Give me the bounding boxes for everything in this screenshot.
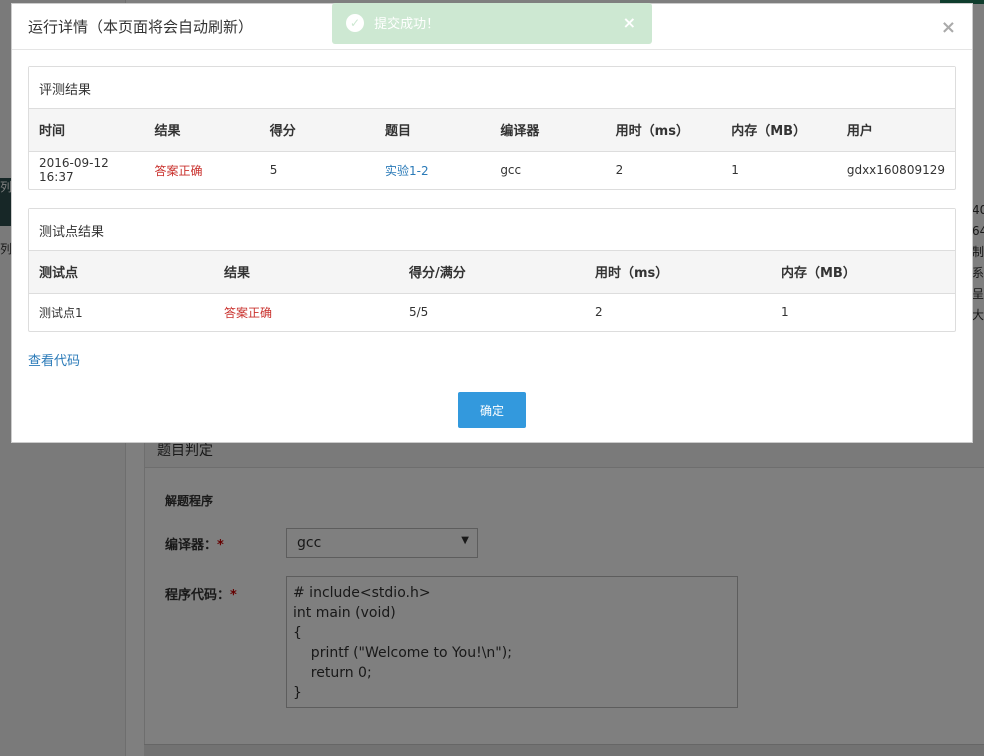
modal-body: 评测结果 时间 结果 得分 题目 编译器 用时（ms） 内存（MB） 用户 20… — [12, 50, 972, 369]
col-header: 用时（ms） — [585, 251, 771, 294]
col-header: 题目 — [375, 109, 491, 152]
eval-result-table: 时间 结果 得分 题目 编译器 用时（ms） 内存（MB） 用户 2016-09… — [29, 109, 955, 189]
col-header: 编译器 — [490, 109, 606, 152]
col-header: 时间 — [29, 109, 145, 152]
eval-result-title: 评测结果 — [29, 67, 955, 109]
table-header-row: 时间 结果 得分 题目 编译器 用时（ms） 内存（MB） 用户 — [29, 109, 955, 152]
success-toast: ✓ 提交成功！ × — [332, 3, 652, 44]
close-icon[interactable]: × — [941, 17, 956, 38]
testpoint-result-panel: 测试点结果 测试点 结果 得分/满分 用时（ms） 内存（MB） 测试点1 答案… — [28, 208, 956, 332]
cell-memory: 1 — [781, 305, 789, 320]
confirm-button[interactable]: 确定 — [458, 392, 526, 428]
toast-message: 提交成功！ — [374, 17, 440, 32]
col-header: 测试点 — [29, 251, 214, 294]
testpoint-result-table: 测试点 结果 得分/满分 用时（ms） 内存（MB） 测试点1 答案正确 5/5… — [29, 251, 955, 331]
cell-user: gdxx160809129 — [846, 163, 945, 178]
check-circle-icon: ✓ — [346, 13, 364, 32]
cell-compiler: gcc — [500, 163, 522, 178]
table-row: 测试点1 答案正确 5/5 2 1 — [29, 293, 955, 331]
cell-result: 答案正确 — [224, 305, 273, 320]
cell-time-ms: 2 — [595, 305, 603, 320]
cell-time: 2016-09-12 16:37 — [39, 156, 109, 185]
close-icon[interactable]: × — [623, 13, 636, 32]
cell-score: 5 — [269, 163, 278, 178]
col-header: 得分/满分 — [399, 251, 585, 294]
cell-testpoint: 测试点1 — [39, 305, 83, 320]
cell-time-ms: 2 — [615, 163, 624, 178]
problem-link[interactable]: 实验1-2 — [375, 151, 490, 189]
col-header: 得分 — [259, 109, 376, 152]
table-row: 2016-09-12 16:37 答案正确 5 实验1-2 gcc 2 1 gd… — [29, 151, 955, 189]
col-header: 用户 — [836, 109, 955, 152]
testpoint-result-title: 测试点结果 — [29, 209, 955, 251]
col-header: 结果 — [144, 109, 260, 152]
col-header: 用时（ms） — [605, 109, 722, 152]
col-header: 内存（MB） — [771, 251, 955, 294]
cell-memory: 1 — [731, 163, 739, 178]
modal-title: 运行详情（本页面将会自动刷新） — [28, 18, 254, 36]
eval-result-panel: 评测结果 时间 结果 得分 题目 编译器 用时（ms） 内存（MB） 用户 20… — [28, 66, 956, 190]
cell-score: 5/5 — [409, 305, 429, 320]
col-header: 内存（MB） — [721, 109, 837, 152]
view-code-link[interactable]: 查看代码 — [28, 350, 80, 369]
run-details-modal: 运行详情（本页面将会自动刷新） × 评测结果 时间 结果 得分 题目 编译器 用… — [11, 3, 973, 443]
table-header-row: 测试点 结果 得分/满分 用时（ms） 内存（MB） — [29, 251, 955, 294]
cell-result: 答案正确 — [154, 163, 203, 178]
col-header: 结果 — [214, 251, 399, 294]
